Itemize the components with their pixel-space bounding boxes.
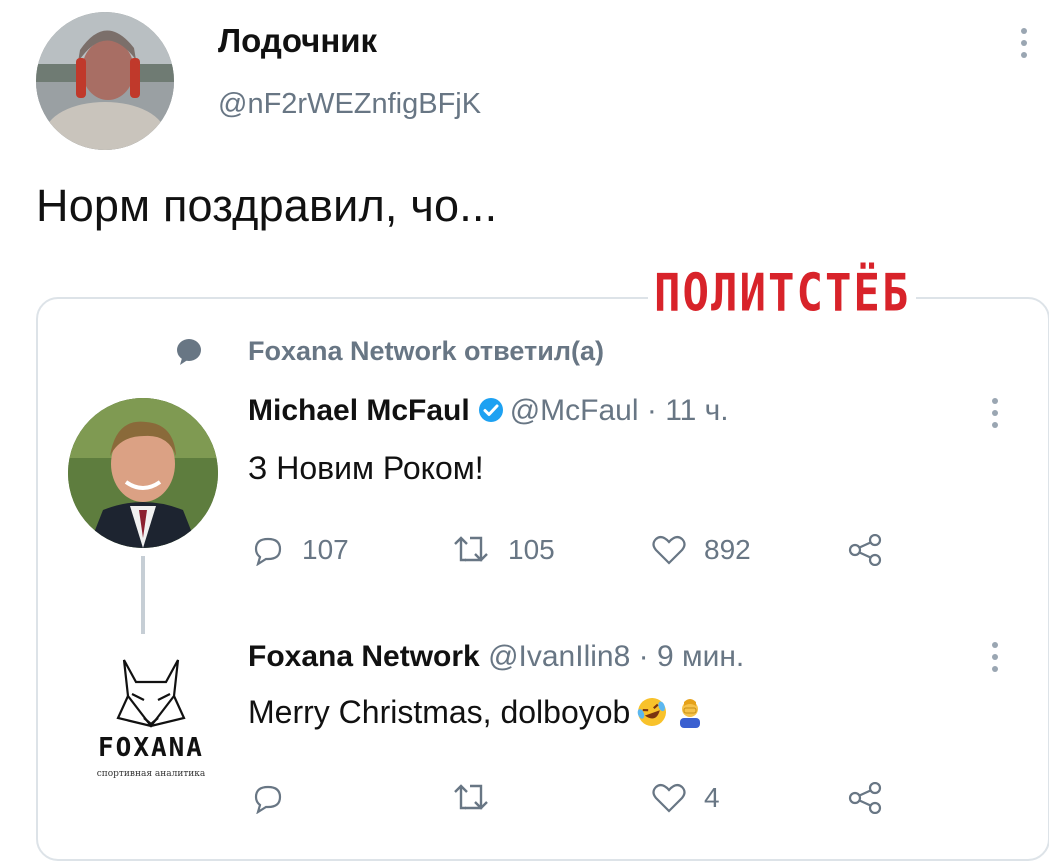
tweet-text: Норм поздравил, чо... [36,180,498,231]
foxana-time[interactable]: · 9 мин. [639,640,745,673]
reply-icon [254,537,282,566]
foxana-reply-body: Merry Christmas, dolboyob [248,694,631,730]
foxana-name[interactable]: Foxana Network [248,640,480,673]
foxana-handle[interactable]: @IvanIlin8 [488,640,630,673]
like-button[interactable]: 4 [652,778,720,818]
author-name[interactable]: Лодочник [218,22,377,60]
mcfaul-actions: 107 105 892 [252,530,912,570]
retweet-count: 105 [508,534,555,565]
reply-button[interactable]: 107 [252,530,349,570]
reply-button[interactable] [252,778,302,818]
like-icon [652,783,686,813]
reply-count: 107 [302,534,349,565]
like-count: 4 [704,782,720,813]
mcfaul-time[interactable]: · 11 ч. [647,394,729,427]
foxana-name-row[interactable]: Foxana Network @IvanIlin8 · 9 мин. [248,640,744,674]
share-button[interactable] [848,530,900,570]
fox-logo-icon [116,659,186,728]
mcfaul-tweet-text: З Новим Роком! [248,450,484,486]
share-icon [848,534,882,566]
retweet-icon [454,784,488,810]
mcfaul-name[interactable]: Michael McFaul [248,394,470,427]
like-count: 892 [704,534,751,565]
foxana-logo[interactable]: FOXANA спортивная аналитика [66,652,236,782]
author-avatar[interactable] [36,12,174,150]
more-vertical-icon[interactable] [985,642,1005,678]
mcfaul-handle[interactable]: @McFaul [510,394,639,427]
speech-bubble-icon [176,338,202,366]
like-button[interactable]: 892 [652,530,751,570]
verified-badge-icon [478,397,504,423]
foxana-logo-text: FOXANA [98,733,204,763]
more-vertical-icon[interactable] [985,398,1005,434]
watermark-text: ПОЛИТСТЁБ [648,263,917,325]
thread-line [141,556,145,634]
foxana-reply-text: Merry Christmas, dolboyob [248,694,706,731]
foxana-actions: 4 [252,778,912,818]
mcfaul-avatar[interactable] [68,398,218,548]
reply-icon [254,785,282,814]
share-button[interactable] [848,778,900,818]
rofl-emoji-icon [636,696,668,728]
mcfaul-name-row[interactable]: Michael McFaul @McFaul · 11 ч. [248,394,729,428]
facepalm-emoji-icon [674,696,706,728]
like-icon [652,535,686,565]
author-handle[interactable]: @nF2rWEZnfigBFjK [218,88,481,121]
share-icon [848,782,882,814]
retweet-button[interactable]: 105 [452,530,555,570]
foxana-logo-subtext: спортивная аналитика [97,769,206,779]
retweet-icon [454,536,488,562]
retweet-button[interactable] [452,778,508,818]
more-vertical-icon[interactable] [1014,28,1034,64]
reply-context: Foxana Network ответил(а) [248,336,604,366]
